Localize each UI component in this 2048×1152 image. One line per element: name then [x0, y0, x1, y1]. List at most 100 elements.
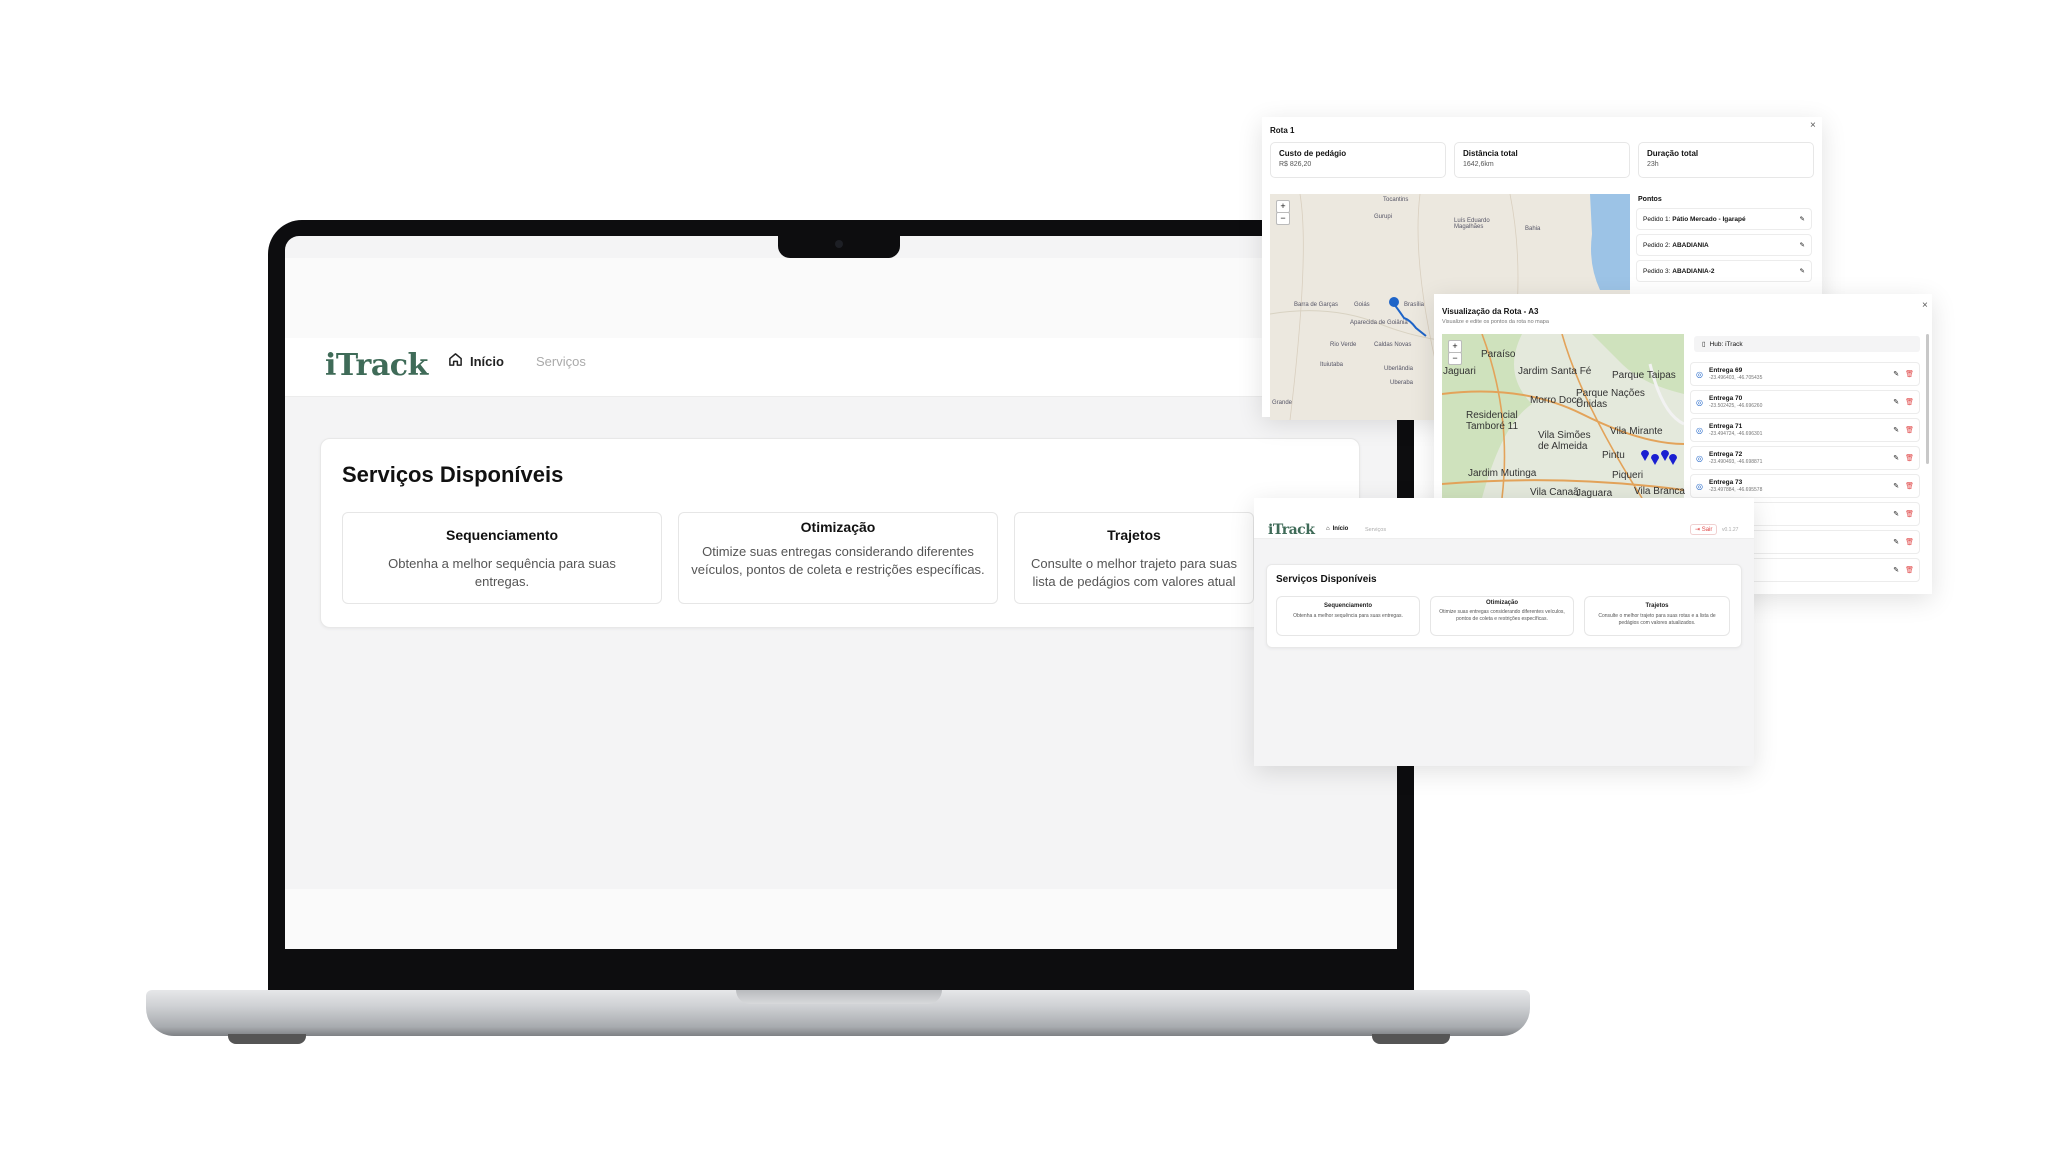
map-label: Pintu: [1602, 450, 1625, 461]
map-label: Parque Nações Unidas: [1576, 388, 1645, 410]
map-label: Uberlândia: [1384, 366, 1414, 372]
entry-row[interactable]: ◎ Entrega 69 -23.496403, -46.705435 ✎ 🗑: [1690, 362, 1920, 386]
close-icon[interactable]: ×: [1810, 120, 1816, 131]
delete-icon[interactable]: 🗑: [1905, 398, 1914, 406]
card-desc: Consulte o melhor trajeto para suas list…: [1031, 556, 1237, 589]
edit-icon[interactable]: ✎: [1893, 482, 1899, 490]
map-label: Vila Simões de Almeida: [1538, 430, 1591, 452]
mini-section-title: Serviços Disponíveis: [1276, 574, 1377, 585]
delete-icon[interactable]: 🗑: [1905, 370, 1914, 378]
mini-header: [1254, 498, 1754, 539]
map-label: Rio Verde: [1330, 342, 1357, 348]
camera-icon: [835, 240, 843, 248]
points-title: Pontos: [1638, 196, 1662, 203]
service-card-sequencing[interactable]: Sequenciamento Obtenha a melhor sequênci…: [342, 512, 662, 604]
service-card-optimization[interactable]: Otimização Otimize suas entregas conside…: [678, 512, 998, 604]
edit-icon[interactable]: ✎: [1893, 398, 1899, 406]
delete-icon[interactable]: 🗑: [1905, 510, 1914, 518]
delete-icon[interactable]: 🗑: [1905, 566, 1914, 574]
map-label: Jaguari: [1443, 366, 1476, 377]
map-pin-icon[interactable]: [1650, 452, 1660, 470]
entry-name: Entrega 71: [1708, 423, 1743, 430]
map-label: Morro Doce: [1530, 395, 1583, 406]
location-pin-icon: ◎: [1696, 481, 1703, 491]
point-name: Pátio Mercado - Igarapé: [1672, 215, 1746, 223]
nav-services[interactable]: Serviços: [536, 354, 586, 369]
edit-icon[interactable]: ✎: [1893, 454, 1899, 462]
edit-icon[interactable]: ✎: [1893, 566, 1899, 574]
laptop-foot: [228, 1034, 306, 1044]
mini-app-logo[interactable]: iTrack: [1268, 522, 1315, 538]
zoom-out-button[interactable]: −: [1276, 212, 1290, 225]
map-label: Brasília: [1404, 302, 1425, 308]
zoom-out-button[interactable]: −: [1448, 352, 1462, 365]
card-title: Otimização: [1485, 600, 1518, 606]
location-pin-icon: ◎: [1696, 425, 1703, 435]
card-desc: Obtenha a melhor sequência para suas ent…: [1293, 613, 1403, 619]
map-label: Vila Canaã: [1530, 487, 1579, 498]
map-label: Barra de Garças: [1294, 302, 1339, 308]
entry-coords: -23.494724, -46.696301: [1708, 431, 1763, 437]
entry-name: Entrega 73: [1708, 479, 1743, 486]
point-name: ABADIANIA: [1672, 241, 1709, 249]
map-pin-icon[interactable]: [1640, 448, 1650, 466]
version-label: v0.1.27: [1722, 527, 1739, 533]
delete-icon[interactable]: 🗑: [1905, 538, 1914, 546]
edit-icon[interactable]: ✎: [1800, 241, 1805, 249]
delete-icon[interactable]: 🗑: [1905, 426, 1914, 434]
card-title: Trajetos: [1107, 527, 1161, 543]
mini-card-routes[interactable]: Trajetos Consulte o melhor trajeto para …: [1584, 596, 1730, 636]
mini-nav-services[interactable]: Serviços: [1365, 527, 1386, 533]
mini-card-optimization[interactable]: Otimização Otimize suas entregas conside…: [1430, 596, 1574, 636]
map-pin-icon[interactable]: [1668, 452, 1678, 470]
close-icon[interactable]: ×: [1922, 300, 1928, 311]
point-row[interactable]: Pedido 1: Pátio Mercado - Igarapé ✎: [1636, 208, 1812, 230]
laptop-opening-groove: [736, 990, 942, 1004]
edit-icon[interactable]: ✎: [1893, 426, 1899, 434]
edit-icon[interactable]: ✎: [1893, 538, 1899, 546]
stat-label: Distância total: [1463, 149, 1518, 158]
edit-icon[interactable]: ✎: [1893, 370, 1899, 378]
entry-coords: -23.502425, -46.696260: [1708, 403, 1763, 409]
screen-top-area: [285, 258, 1397, 338]
hub-label: Hub: iTrack: [1709, 340, 1743, 348]
nav-home[interactable]: Início: [448, 352, 504, 370]
card-title: Otimização: [800, 519, 876, 535]
home-icon: [448, 352, 463, 370]
stat-duration: Duração total 23h: [1638, 142, 1814, 178]
mini-nav-home[interactable]: ⌂ Início: [1326, 526, 1348, 532]
card-desc: Otimize suas entregas considerando difer…: [1439, 609, 1565, 622]
stat-label: Custo de pedágio: [1279, 149, 1347, 158]
edit-icon[interactable]: ✎: [1893, 510, 1899, 518]
card-title: Trajetos: [1645, 603, 1669, 609]
entry-row[interactable]: ◎ Entrega 73 -23.497884, -46.695578 ✎ 🗑: [1690, 474, 1920, 498]
logout-button[interactable]: ⇥ Sair: [1690, 524, 1718, 535]
map-label: Jardim Mutinga: [1468, 468, 1537, 479]
hub-row[interactable]: ▯ Hub: iTrack: [1694, 336, 1920, 352]
location-pin-icon: ◎: [1696, 369, 1703, 379]
edit-icon[interactable]: ✎: [1800, 215, 1805, 223]
point-row[interactable]: Pedido 3: ABADIANIA-2 ✎: [1636, 260, 1812, 282]
map-label: Bahia: [1525, 226, 1541, 232]
point-prefix: Pedido 1:: [1643, 215, 1671, 223]
point-row[interactable]: Pedido 2: ABADIANIA ✎: [1636, 234, 1812, 256]
edit-icon[interactable]: ✎: [1800, 267, 1805, 275]
stat-toll-cost: Custo de pedágio R$ 826,20: [1270, 142, 1446, 178]
scrollbar[interactable]: [1926, 334, 1929, 464]
map-label: Grande: [1272, 400, 1293, 406]
map-label: Vila Mirante: [1610, 426, 1663, 437]
service-card-routes[interactable]: Trajetos Consulte o melhor trajeto para …: [1014, 512, 1254, 604]
entry-row[interactable]: ◎ Entrega 70 -23.502425, -46.696260 ✎ 🗑: [1690, 390, 1920, 414]
entry-row[interactable]: ◎ Entrega 71 -23.494724, -46.696301 ✎ 🗑: [1690, 418, 1920, 442]
entry-row[interactable]: ◎ Entrega 72 -23.490493, -46.698871 ✎ 🗑: [1690, 446, 1920, 470]
mini-card-sequencing[interactable]: Sequenciamento Obtenha a melhor sequênci…: [1276, 596, 1420, 636]
nav-services-label: Serviços: [536, 354, 586, 369]
section-title: Serviços Disponíveis: [342, 462, 564, 487]
app-logo[interactable]: iTrack: [325, 348, 428, 383]
delete-icon[interactable]: 🗑: [1905, 482, 1914, 490]
delete-icon[interactable]: 🗑: [1905, 454, 1914, 462]
viz-subtitle: Visualize e edite os pontos da rota no m…: [1442, 319, 1549, 325]
stat-value: R$ 826,20: [1279, 161, 1312, 168]
map-label: Uberaba: [1390, 380, 1414, 386]
location-pin-icon: ◎: [1696, 397, 1703, 407]
